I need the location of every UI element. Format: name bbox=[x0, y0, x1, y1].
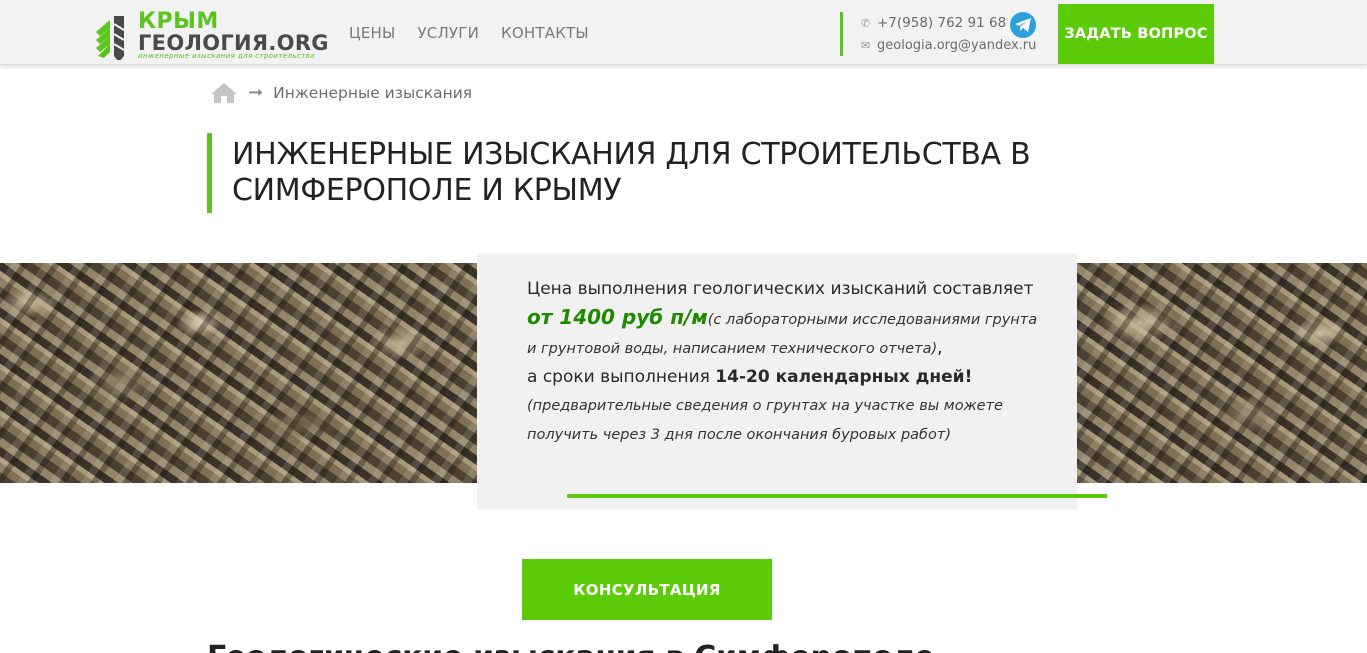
price-intro: Цена выполнения геологических изысканий … bbox=[527, 279, 1034, 299]
price-value: от 1400 руб п/м bbox=[527, 305, 708, 329]
nav-item-prices[interactable]: ЦЕНЫ bbox=[349, 24, 395, 42]
terms-note: (предварительные сведения о грунтах на у… bbox=[527, 398, 1003, 443]
page-title: ИНЖЕНЕРНЫЕ ИЗЫСКАНИЯ ДЛЯ СТРОИТЕЛЬСТВА В… bbox=[232, 137, 1031, 208]
email-line[interactable]: ✉ geologia.org@yandex.ru bbox=[861, 34, 1036, 56]
logo-drill-icon bbox=[96, 16, 125, 60]
ask-question-button[interactable]: ЗАДАТЬ ВОПРОС bbox=[1058, 4, 1214, 64]
telegram-icon[interactable] bbox=[1010, 12, 1036, 38]
nav-item-contacts[interactable]: КОНТАКТЫ bbox=[501, 24, 589, 42]
phone-number: +7(958) 762 91 68 bbox=[877, 15, 1007, 31]
price-box-accent-line bbox=[567, 494, 1107, 498]
terms-intro: а сроки выполнения bbox=[527, 367, 716, 387]
price-terms-separator: , bbox=[937, 338, 943, 358]
breadcrumb: ➞ Инженерные изыскания bbox=[210, 82, 472, 104]
phone-icon: ✆ bbox=[861, 16, 871, 30]
main-nav: ЦЕНЫ УСЛУГИ КОНТАКТЫ bbox=[349, 24, 589, 42]
price-info-box: Цена выполнения геологических изысканий … bbox=[477, 253, 1077, 509]
home-icon[interactable] bbox=[210, 82, 238, 104]
price-info-text: Цена выполнения геологических изысканий … bbox=[527, 275, 1047, 449]
arrow-right-icon: ➞ bbox=[248, 82, 264, 103]
site-logo[interactable]: КРЫМ ГЕОЛОГИЯ.ORG инженерные изыскания д… bbox=[96, 10, 329, 62]
email-address: geologia.org@yandex.ru bbox=[877, 37, 1037, 53]
logo-tagline: инженерные изыскания для строительства bbox=[138, 52, 315, 60]
header-contacts: ✆ +7(958) 762 91 68 ✉ geologia.org@yande… bbox=[840, 12, 1036, 56]
nav-item-services[interactable]: УСЛУГИ bbox=[417, 24, 479, 42]
terms-value: 14-20 календарных дней! bbox=[715, 367, 973, 387]
breadcrumb-current: Инженерные изыскания bbox=[273, 84, 473, 102]
consultation-button[interactable]: КОНСУЛЬТАЦИЯ bbox=[522, 559, 772, 620]
site-header: КРЫМ ГЕОЛОГИЯ.ORG инженерные изыскания д… bbox=[0, 0, 1367, 65]
section-heading: Геологические изыскания в Симферополе bbox=[207, 640, 934, 653]
page-title-block: ИНЖЕНЕРНЫЕ ИЗЫСКАНИЯ ДЛЯ СТРОИТЕЛЬСТВА В… bbox=[207, 133, 1132, 213]
email-icon: ✉ bbox=[861, 38, 871, 52]
